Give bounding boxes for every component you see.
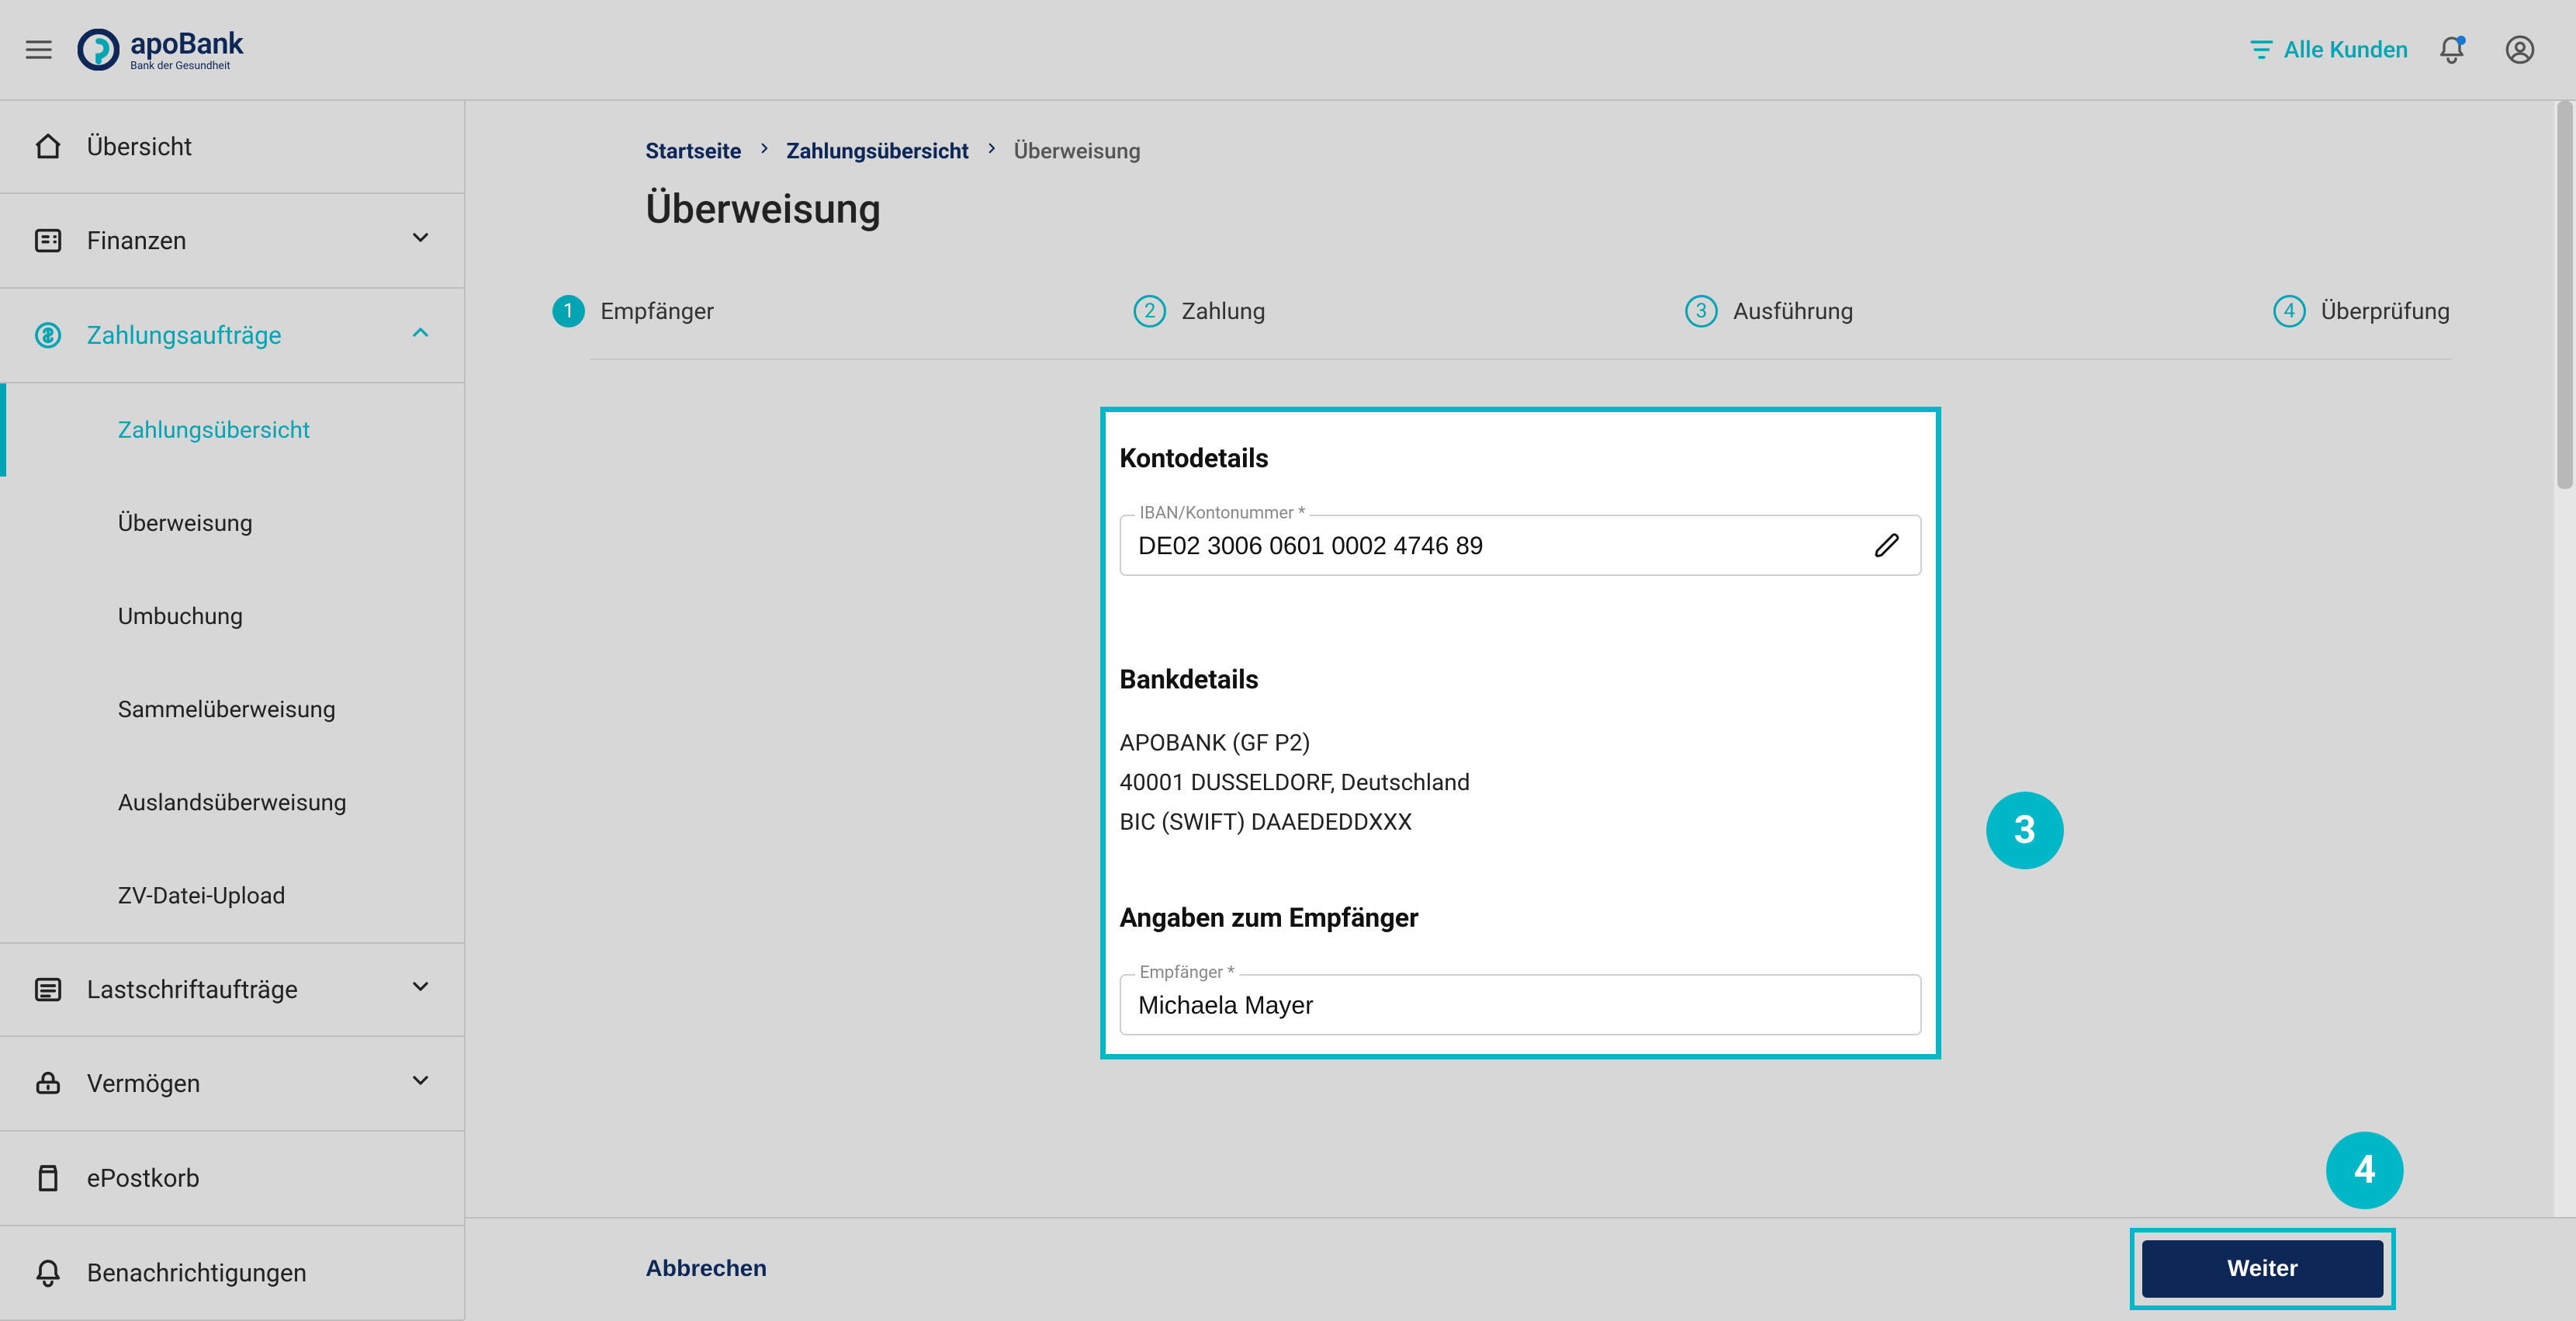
page-header: Startseite Zahlungsübersicht Überweisung… — [466, 101, 2576, 264]
filter-icon — [2249, 36, 2275, 63]
step-label: Zahlung — [1182, 298, 1265, 325]
apobank-logo-icon — [78, 29, 119, 71]
topbar: apoBank Bank der Gesundheit Alle Kunden — [0, 0, 2576, 99]
step-3[interactable]: 3 Ausführung — [1685, 295, 1854, 328]
bank-address: 40001 DUSSELDORF, Deutschland — [1120, 763, 1922, 803]
customer-filter-label: Alle Kunden — [2284, 36, 2408, 64]
sidebar-item-label: Zahlungsaufträge — [87, 321, 282, 350]
user-circle-icon — [2505, 34, 2536, 65]
step-number: 3 — [1685, 295, 1718, 328]
sidebar-item-label: ePostkorb — [87, 1163, 199, 1193]
step-number: 2 — [1134, 295, 1166, 328]
chevron-up-icon — [408, 320, 433, 351]
section-title-konto: Kontodetails — [1120, 443, 1922, 474]
home-icon — [31, 130, 65, 164]
step-number: 4 — [2273, 295, 2306, 328]
sidebar-subitem-zv-datei-upload[interactable]: ZV-Datei-Upload — [0, 849, 464, 942]
sidebar: Übersicht Finanzen Zahlungsaufträge Zahlung… — [0, 99, 466, 1319]
iban-input[interactable] — [1138, 527, 1842, 560]
brand-name: apoBank — [130, 27, 244, 61]
bell-icon — [31, 1256, 65, 1290]
iban-field[interactable]: IBAN/Kontonummer * — [1120, 515, 1922, 576]
next-button-highlight: Weiter — [2130, 1228, 2396, 1310]
section-title-bank: Bankdetails — [1120, 664, 1922, 695]
menu-toggle-button[interactable] — [19, 29, 59, 70]
chevron-down-icon — [408, 974, 433, 1005]
section-title-recipient: Angaben zum Empfänger — [1120, 903, 1922, 934]
cancel-button[interactable]: Abbrechen — [646, 1256, 767, 1282]
mail-icon — [31, 1161, 65, 1195]
sidebar-subitem-zahlungsübersicht[interactable]: Zahlungsübersicht — [0, 383, 464, 477]
sidebar-item-epostkorb[interactable]: ePostkorb — [0, 1132, 464, 1226]
bank-name: APOBANK (GF P2) — [1120, 723, 1922, 763]
step-label: Empfänger — [601, 298, 714, 325]
breadcrumb-link-overview[interactable]: Zahlungsübersicht — [787, 138, 969, 164]
edit-icon[interactable] — [1874, 532, 1902, 560]
divider — [590, 359, 2452, 360]
footer: Abbrechen Weiter — [466, 1217, 2576, 1319]
step-label: Überprüfung — [2322, 298, 2450, 325]
sidebar-subitem-überweisung[interactable]: Überweisung — [0, 477, 464, 570]
breadcrumb-current: Überweisung — [1014, 138, 1141, 164]
step-1[interactable]: 1 Empfänger — [552, 295, 714, 328]
chevron-right-icon — [757, 138, 771, 164]
form-panel: Kontodetails IBAN/Kontonummer * Bankdeta… — [1100, 407, 1941, 1059]
bank-bic: BIC (SWIFT) DAAEDEDDXXX — [1120, 803, 1922, 842]
page-title: Überweisung — [646, 185, 2396, 233]
payments-icon — [31, 318, 65, 352]
wealth-icon — [31, 1066, 65, 1101]
scrollbar[interactable] — [2554, 101, 2576, 1319]
sidebar-item-label: Vermögen — [87, 1069, 200, 1098]
bank-details: APOBANK (GF P2) 40001 DUSSELDORF, Deutsc… — [1120, 723, 1922, 842]
debits-icon — [31, 973, 65, 1007]
step-4[interactable]: 4 Überprüfung — [2273, 295, 2450, 328]
chevron-down-icon — [408, 225, 433, 256]
step-label: Ausführung — [1733, 298, 1854, 325]
breadcrumb-link-home[interactable]: Startseite — [646, 138, 742, 164]
customer-filter-button[interactable]: Alle Kunden — [2249, 36, 2408, 64]
step-2[interactable]: 2 Zahlung — [1134, 295, 1265, 328]
step-number: 1 — [552, 295, 585, 328]
sidebar-item-label: Finanzen — [87, 226, 186, 255]
finance-icon — [31, 224, 65, 258]
sidebar-item-benachrichtigungen[interactable]: Benachrichtigungen — [0, 1226, 464, 1321]
sidebar-item-lastschriftaufträge[interactable]: Lastschriftaufträge — [0, 942, 464, 1037]
hamburger-icon — [23, 34, 54, 65]
iban-label: IBAN/Kontonummer * — [1135, 504, 1310, 523]
notification-badge — [2457, 36, 2466, 45]
sidebar-subitem-auslandsüberweisung[interactable]: Auslandsüberweisung — [0, 756, 464, 849]
sidebar-item-finanzen[interactable]: Finanzen — [0, 194, 464, 289]
sidebar-item-zahlungsaufträge[interactable]: Zahlungsaufträge — [0, 289, 464, 383]
sidebar-item-label: Benachrichtigungen — [87, 1258, 307, 1288]
sidebar-item-vermögen[interactable]: Vermögen — [0, 1037, 464, 1132]
recipient-field[interactable]: Empfänger * — [1120, 974, 1922, 1035]
chevron-right-icon — [985, 138, 999, 164]
content-card: 1 Empfänger 2 Zahlung 3 Ausführung 4 Überprüfun… — [528, 264, 2514, 1059]
sidebar-submenu-payments: ZahlungsübersichtÜberweisungUmbuchungSam… — [0, 383, 464, 942]
sidebar-subitem-sammelüberweisung[interactable]: Sammelüberweisung — [0, 663, 464, 756]
sidebar-subitem-umbuchung[interactable]: Umbuchung — [0, 570, 464, 663]
brand-tagline: Bank der Gesundheit — [130, 60, 244, 72]
callout-4: 4 — [2326, 1132, 2404, 1209]
profile-button[interactable] — [2495, 25, 2545, 75]
recipient-input[interactable] — [1138, 986, 1842, 1020]
sidebar-item-label: Übersicht — [87, 132, 192, 161]
chevron-down-icon — [408, 1068, 433, 1099]
next-button[interactable]: Weiter — [2142, 1240, 2384, 1298]
recipient-label: Empfänger * — [1135, 963, 1239, 983]
wizard-stepper: 1 Empfänger 2 Zahlung 3 Ausführung 4 Überprüfun… — [528, 264, 2514, 359]
main-area: Startseite Zahlungsübersicht Überweisung… — [466, 99, 2576, 1319]
breadcrumb: Startseite Zahlungsübersicht Überweisung — [646, 138, 2396, 164]
callout-3: 3 — [1986, 792, 2064, 869]
sidebar-item-übersicht[interactable]: Übersicht — [0, 99, 464, 194]
brand-logo[interactable]: apoBank Bank der Gesundheit — [78, 27, 244, 72]
notifications-button[interactable] — [2427, 25, 2477, 75]
sidebar-item-label: Lastschriftaufträge — [87, 975, 298, 1004]
